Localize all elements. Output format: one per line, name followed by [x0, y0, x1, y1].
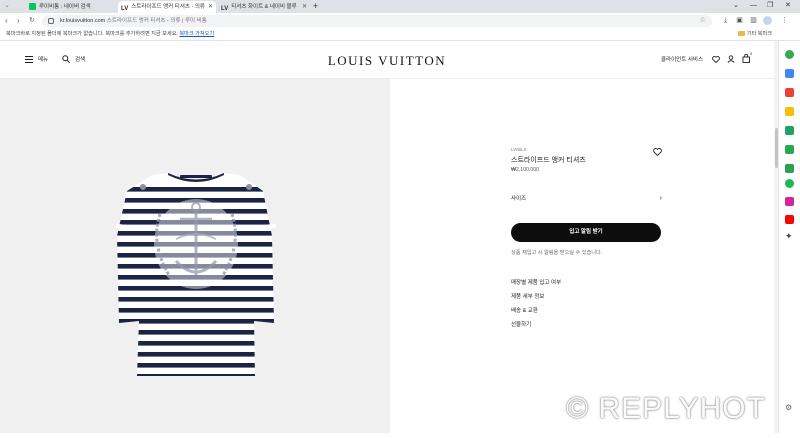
brand-logo[interactable]: LOUIS VUITTON — [0, 53, 774, 69]
product-image-panel[interactable] — [0, 79, 390, 433]
other-bookmarks-label: 기타 북마크 — [746, 31, 772, 37]
restock-note: 상품 재입고 시 알림을 받으실 수 있습니다. — [511, 250, 603, 256]
tab-list-icon[interactable]: ⌄ — [733, 0, 739, 12]
shirt-stripe — [117, 374, 274, 376]
shirt-stripe — [117, 352, 274, 357]
add-to-wishlist-heart-icon[interactable] — [653, 148, 662, 156]
other-bookmarks-folder[interactable]: 기타 북마크 — [737, 29, 772, 40]
extension-icon[interactable]: ▣ — [735, 16, 744, 25]
shirt-stripe — [117, 363, 274, 368]
browser-tab-strip: ⌄ 루이비통 : 네이버 검색 LV 스트라이프드 앵커 티셔츠 - 의류 ✕ L… — [0, 0, 800, 13]
sidepanel-app-icon[interactable] — [785, 69, 794, 78]
product-price: ₩2,100,000 — [511, 167, 539, 173]
sidebar-toggle-icon[interactable]: ▥ — [749, 16, 758, 25]
browser-side-panel: ✦ ⚙ — [778, 41, 800, 433]
back-icon[interactable]: ‹ — [5, 16, 8, 26]
sidepanel-app-icon[interactable] — [785, 126, 794, 135]
shirt-stripe — [117, 187, 274, 192]
store-availability-link[interactable]: 매장별 제품 입고 여부 — [511, 278, 561, 286]
gifting-link[interactable]: 선물하기 — [511, 320, 531, 328]
tab-title: 티셔츠 화이트 & 네이비 블루 — [231, 4, 297, 10]
striped-tshirt-image — [115, 173, 277, 376]
shipping-returns-link[interactable]: 배송 & 교환 — [511, 306, 538, 314]
lv-favicon-icon: LV — [121, 5, 129, 12]
download-icon[interactable]: ⤓ — [721, 16, 730, 25]
chevron-right-icon: › — [659, 195, 662, 202]
naver-favicon-icon — [29, 2, 36, 10]
tab-title: 스트라이프드 앵커 티셔츠 - 의류 — [131, 4, 205, 10]
forward-icon[interactable]: › — [17, 16, 20, 26]
size-selector[interactable]: 사이즈 › — [511, 193, 662, 205]
tab-naver-search[interactable]: 루이비통 : 네이버 검색 — [26, 1, 118, 13]
tab-title: 루이비통 : 네이버 검색 — [39, 4, 91, 10]
shirt-stripe — [117, 308, 274, 313]
site-header: 메뉴 검색 LOUIS VUITTON 클라이언트 서비스 0 — [0, 41, 774, 79]
tab-tshirt-page[interactable]: LV 티셔츠 화이트 & 네이비 블루 ✕ — [218, 1, 310, 13]
close-tab-icon[interactable]: ✕ — [302, 1, 307, 13]
size-label: 사이즈 — [511, 196, 527, 202]
product-name: 스트라이프드 앵커 티셔츠 — [511, 157, 586, 164]
sidepanel-settings-icon[interactable]: ⚙ — [785, 403, 792, 412]
person-icon[interactable] — [727, 55, 735, 63]
shirt-stripe — [117, 341, 274, 346]
instagram-icon[interactable] — [785, 197, 794, 206]
reload-icon[interactable]: ↻ — [29, 16, 35, 26]
import-bookmarks-link[interactable]: 북마크 가져오기 — [179, 31, 214, 37]
close-tab-icon[interactable]: ✕ — [208, 1, 213, 13]
product-details-link[interactable]: 제품 세부 정보 — [511, 292, 544, 300]
url-page-title: 스트라이프드 앵커 티셔츠 - 의류 | 루이 비통 — [105, 18, 207, 24]
address-toolbar: ‹ › ↻ kr.louisvuitton.com 스트라이프드 앵커 티셔츠 … — [0, 13, 800, 29]
sidepanel-app-icon[interactable] — [785, 179, 794, 188]
sidepanel-app-icon[interactable] — [785, 107, 794, 116]
site-info-icon[interactable] — [48, 18, 54, 24]
sidepanel-app-icon[interactable] — [785, 88, 794, 97]
address-bar[interactable]: kr.louisvuitton.com 스트라이프드 앵커 티셔츠 - 의류 |… — [42, 15, 712, 27]
add-app-icon[interactable]: ✦ — [785, 231, 793, 242]
tab-search-icon[interactable]: ⌄ — [4, 1, 10, 9]
browser-menu-icon[interactable]: ⋮ — [780, 16, 789, 25]
restore-icon[interactable]: ❐ — [767, 0, 773, 12]
bookmark-bar-message: 북마크바로 지정된 폴더에 북마크가 없습니다. 북마크를 추가하려면 지금 보… — [6, 31, 180, 37]
profile-avatar-icon[interactable] — [763, 16, 772, 25]
sidepanel-app-icon[interactable] — [785, 164, 794, 173]
sidepanel-app-icon[interactable] — [785, 50, 794, 59]
shirt-stripe — [117, 319, 274, 324]
minimize-icon[interactable]: — — [750, 0, 757, 12]
new-tab-button[interactable]: + — [313, 0, 318, 12]
watermark-text: © REPLYHOT — [566, 392, 766, 425]
url-domain: kr.louisvuitton.com — [60, 18, 106, 24]
cart-count-badge: 0 — [750, 51, 753, 56]
lv-favicon-icon: LV — [221, 5, 229, 12]
bookmark-bar: 북마크바로 지정된 폴더에 북마크가 없습니다. 북마크를 추가하려면 지금 보… — [0, 29, 800, 41]
tab-product-page[interactable]: LV 스트라이프드 앵커 티셔츠 - 의류 ✕ — [118, 1, 216, 13]
bookmark-star-icon[interactable]: ☆ — [700, 15, 706, 27]
shirt-stripe — [117, 330, 274, 335]
youtube-icon[interactable] — [785, 215, 794, 224]
close-window-icon[interactable]: ✕ — [785, 0, 791, 12]
folder-icon — [737, 31, 745, 37]
sidepanel-app-icon[interactable] — [785, 145, 794, 154]
notify-restock-button[interactable]: 입고 알림 받기 — [511, 223, 661, 242]
client-service-link[interactable]: 클라이언트 서비스 — [661, 56, 703, 64]
shirt-stripe — [117, 297, 274, 302]
heart-icon[interactable] — [712, 56, 720, 63]
product-reference: LVM/LS — [511, 147, 527, 152]
